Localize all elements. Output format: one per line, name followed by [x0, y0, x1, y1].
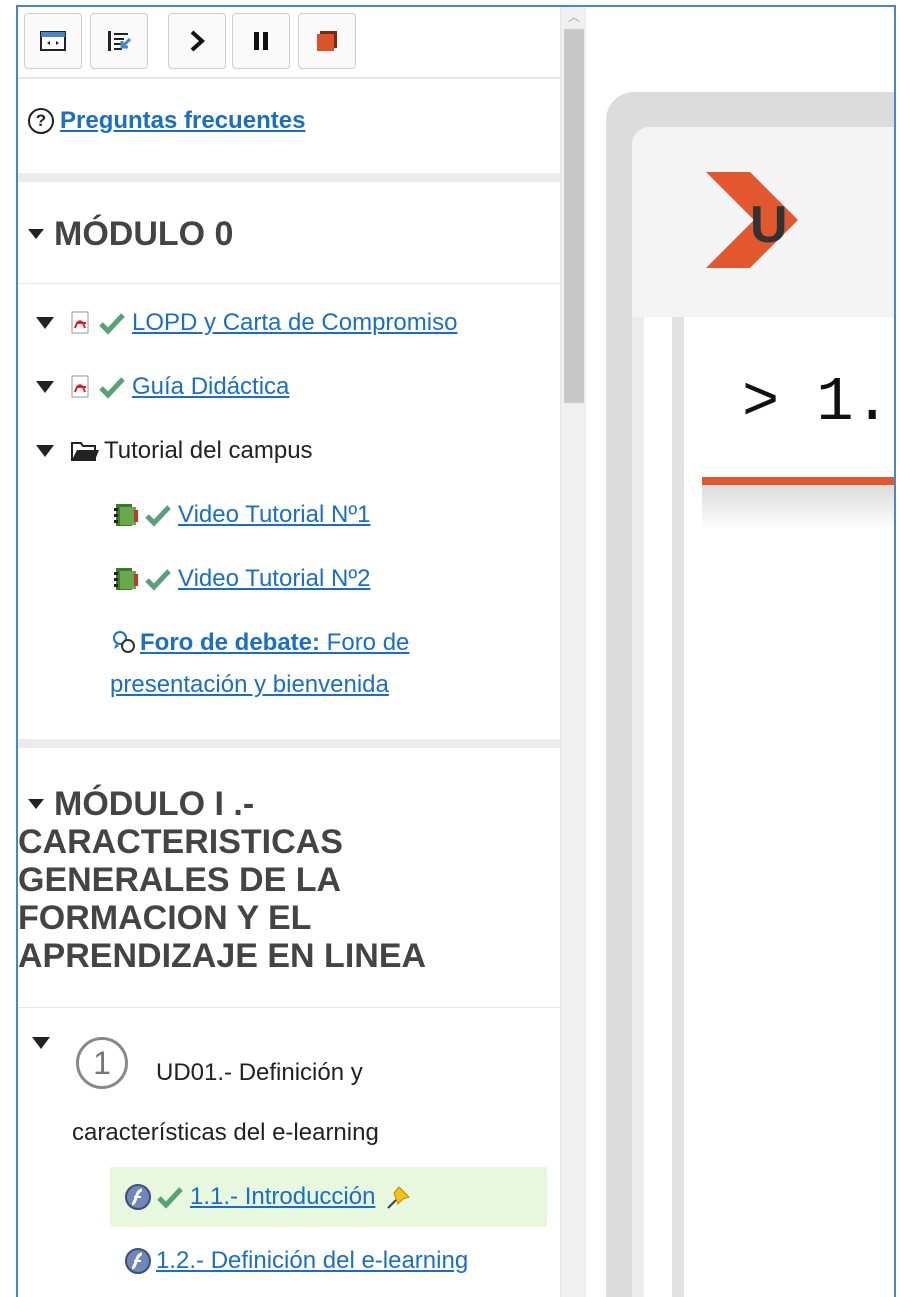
module-title-line: CARACTERISTICAS	[18, 823, 343, 861]
toc-icon	[108, 31, 132, 51]
collapse-icon	[28, 799, 44, 809]
list-item-guia[interactable]: Guía Didáctica	[36, 373, 289, 401]
unit-toggle[interactable]	[32, 1037, 50, 1049]
pdf-icon	[71, 375, 89, 398]
module-title: MÓDULO 0	[54, 215, 234, 253]
collapse-icon	[28, 229, 44, 239]
unit-title-line1: UD01.- Definición y	[156, 1059, 363, 1087]
check-icon	[145, 569, 171, 591]
section-heading: > 1.1	[742, 367, 894, 438]
check-icon	[99, 313, 125, 335]
pin-icon	[387, 1186, 411, 1209]
list-item-video-2[interactable]: Video Tutorial Nº2	[112, 565, 370, 593]
heading-underline	[702, 477, 894, 485]
introduccion-link[interactable]: 1.1.- Introducción	[190, 1183, 375, 1211]
video-icon	[114, 568, 138, 590]
list-item-forum-line2[interactable]: presentación y bienvenida	[110, 671, 389, 699]
forum-link-rest: Foro de	[320, 629, 410, 656]
section-separator	[18, 173, 560, 182]
stop-button[interactable]	[298, 13, 356, 69]
list-item-video-1[interactable]: Video Tutorial Nº1	[112, 501, 370, 529]
toolbar	[18, 7, 560, 79]
play-next-icon	[190, 30, 205, 52]
expand-toggle-icon	[36, 381, 54, 393]
scrollbar-thumb[interactable]	[564, 29, 584, 403]
expand-toggle-icon	[32, 1037, 50, 1049]
module-0-heading[interactable]: MÓDULO 0	[18, 215, 233, 253]
module-title-line: APRENDIZAJE EN LINEA	[18, 937, 427, 975]
divider	[18, 283, 560, 284]
unit-title: características del e-learning	[72, 1119, 379, 1146]
scroll-up-arrow-icon[interactable]: ︿	[561, 7, 587, 29]
forum-link-line2[interactable]: presentación y bienvenida	[110, 671, 389, 699]
toc-button[interactable]	[90, 13, 148, 69]
help-icon: ?	[28, 108, 54, 134]
lopd-link[interactable]: LOPD y Carta de Compromiso	[132, 309, 457, 337]
flash-icon	[125, 1248, 151, 1274]
video-1-link[interactable]: Video Tutorial Nº1	[178, 501, 370, 529]
forum-icon	[113, 631, 135, 653]
video-2-link[interactable]: Video Tutorial Nº2	[178, 565, 370, 593]
content-left-border	[672, 317, 684, 1297]
unit-title: UD01.- Definición y	[156, 1059, 363, 1086]
faq-link[interactable]: Preguntas frecuentes	[60, 107, 305, 135]
content-left-border	[632, 317, 644, 1297]
section-separator	[18, 739, 560, 748]
guia-link[interactable]: Guía Didáctica	[132, 373, 289, 401]
pause-icon	[254, 32, 268, 50]
expand-toggle-icon	[36, 445, 54, 457]
fullscreen-icon	[40, 31, 66, 51]
check-icon	[99, 377, 125, 399]
check-icon	[157, 1187, 183, 1209]
faq-link-row[interactable]: ? Preguntas frecuentes	[28, 107, 305, 135]
unit-title-line2: características del e-learning	[72, 1119, 379, 1147]
pause-button[interactable]	[232, 13, 290, 69]
list-item-forum[interactable]: Foro de debate: Foro de	[112, 629, 409, 657]
app-window: ? Preguntas frecuentes MÓDULO 0 LOPD y C…	[16, 5, 896, 1297]
forum-link[interactable]: Foro de debate: Foro de	[140, 629, 409, 657]
course-navigation-panel: ? Preguntas frecuentes MÓDULO 0 LOPD y C…	[18, 7, 560, 1297]
forum-link-bold: Foro de debate:	[140, 629, 321, 656]
module-title-line: FORMACION Y EL	[18, 899, 312, 937]
next-button[interactable]	[168, 13, 226, 69]
folder-icon	[71, 442, 99, 461]
stop-icon	[317, 31, 337, 51]
list-item-tutorial-folder[interactable]: Tutorial del campus	[36, 437, 313, 465]
pdf-icon	[71, 311, 89, 334]
fullscreen-button[interactable]	[24, 13, 82, 69]
module-title-line: GENERALES DE LA	[18, 861, 342, 899]
definicion-link[interactable]: 1.2.- Definición del e-learning	[156, 1247, 468, 1275]
content-header-title: U	[750, 196, 788, 254]
list-item-definicion[interactable]: 1.2.- Definición del e-learning	[124, 1247, 468, 1275]
flash-icon	[125, 1184, 151, 1210]
folder-label: Tutorial del campus	[104, 437, 313, 464]
heading-shadow	[702, 485, 894, 531]
expand-toggle-icon	[36, 317, 54, 329]
divider	[18, 1007, 560, 1008]
list-item-introduccion[interactable]: 1.1.- Introducción	[124, 1183, 415, 1211]
vertical-scrollbar[interactable]: ︿	[560, 7, 586, 1297]
unit-number-badge: 1	[76, 1037, 128, 1089]
module-title-line: MÓDULO I .-	[54, 785, 255, 823]
list-item-lopd[interactable]: LOPD y Carta de Compromiso	[36, 309, 457, 337]
video-icon	[114, 504, 138, 526]
check-icon	[145, 505, 171, 527]
content-viewer: U > 1.1	[586, 7, 894, 1297]
module-1-heading[interactable]: MÓDULO I .- CARACTERISTICAS GENERALES DE…	[18, 785, 538, 975]
